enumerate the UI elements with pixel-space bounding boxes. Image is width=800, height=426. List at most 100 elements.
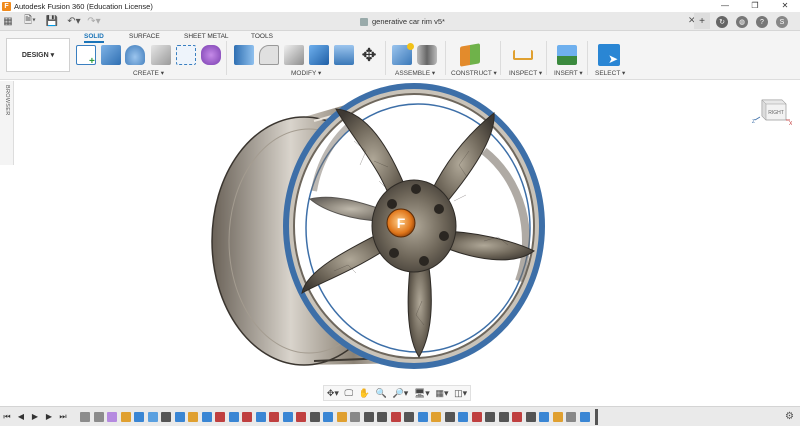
pan-icon[interactable]: ✋ <box>359 388 370 399</box>
timeline-feature-icon[interactable] <box>296 411 306 422</box>
assemble-group-label[interactable]: ASSEMBLE ▾ <box>395 69 435 77</box>
timeline-feature-icon[interactable] <box>323 411 333 422</box>
timeline-feature-icon[interactable] <box>512 411 522 422</box>
timeline-feature-icon[interactable] <box>485 411 495 422</box>
display-settings-icon[interactable]: 🖥▾ <box>414 388 430 399</box>
insert-image-icon[interactable] <box>557 45 577 65</box>
file-menu-icon[interactable]: 🗎▾ <box>22 13 38 29</box>
zoom-icon[interactable]: 🔍 <box>376 388 387 399</box>
shell-icon[interactable] <box>309 45 329 65</box>
timeline-feature-icon[interactable] <box>255 411 266 422</box>
browser-panel-collapsed[interactable]: BROWSER <box>0 81 14 165</box>
undo-icon[interactable]: ↶▾ <box>66 13 82 29</box>
select-cursor-icon[interactable]: ➤ <box>598 44 620 66</box>
timeline-feature-icon[interactable] <box>417 411 428 422</box>
timeline-feature-icon[interactable] <box>147 411 158 422</box>
modify-group-label[interactable]: MODIFY ▾ <box>291 69 321 77</box>
timeline-feature-icon[interactable] <box>80 411 90 422</box>
view-cube[interactable]: RIGHT Z X <box>752 92 792 126</box>
timeline-feature-icon[interactable] <box>458 411 468 422</box>
timeline-feature-icon[interactable] <box>282 411 293 422</box>
play-icon[interactable]: ▶ <box>28 412 42 421</box>
timeline-feature-icon[interactable] <box>188 411 198 422</box>
tab-tools[interactable]: TOOLS <box>251 33 273 40</box>
redo-icon[interactable]: ↷▾ <box>86 13 102 29</box>
tab-solid[interactable]: SOLID <box>84 33 104 43</box>
construct-group-label[interactable]: CONSTRUCT ▾ <box>451 69 497 77</box>
timeline-feature-icon[interactable] <box>134 411 144 422</box>
tab-sheet-metal[interactable]: SHEET METAL <box>184 33 229 40</box>
timeline-feature-icon[interactable] <box>215 411 225 422</box>
app-grid-icon[interactable]: ▦ <box>0 13 16 29</box>
timeline-feature-icon[interactable] <box>404 411 414 422</box>
insert-group-label[interactable]: INSERT ▾ <box>554 69 583 77</box>
workspace-switcher[interactable]: DESIGN ▾ <box>6 38 70 72</box>
save-icon[interactable]: 💾 <box>44 13 60 29</box>
timeline-feature-icon[interactable] <box>539 411 549 422</box>
offset-plane-icon[interactable] <box>460 43 480 67</box>
select-group-label[interactable]: SELECT ▾ <box>595 69 625 77</box>
move-icon[interactable]: ✥ <box>359 45 379 65</box>
timeline-feature-icon[interactable] <box>566 411 576 422</box>
timeline-feature-icon[interactable] <box>242 411 252 422</box>
viewports-icon[interactable]: ◫▾ <box>454 388 467 399</box>
new-component-icon[interactable] <box>392 43 414 65</box>
3d-viewport[interactable]: F <box>14 81 800 403</box>
timeline-feature-icon[interactable] <box>201 411 212 422</box>
step-back-icon[interactable]: ◀ <box>14 412 28 421</box>
tab-surface[interactable]: SURFACE <box>129 33 160 40</box>
timeline-feature-icon[interactable] <box>363 411 374 422</box>
measure-icon[interactable] <box>513 50 533 60</box>
timeline-feature-icon[interactable] <box>444 411 455 422</box>
combine-icon[interactable] <box>334 45 354 65</box>
timeline-feature-icon[interactable] <box>161 411 171 422</box>
timeline-feature-icon[interactable] <box>431 411 441 422</box>
timeline-feature-icon[interactable] <box>377 411 387 422</box>
timeline-feature-icon[interactable] <box>390 411 401 422</box>
fit-icon[interactable]: 🔎▾ <box>393 388 409 399</box>
form-icon[interactable] <box>201 45 221 65</box>
timeline-feature-icon[interactable] <box>471 411 482 422</box>
timeline-marker[interactable] <box>595 408 598 425</box>
timeline-feature-icon[interactable] <box>269 411 279 422</box>
inspect-group-label[interactable]: INSPECT ▾ <box>509 69 542 77</box>
timeline-feature-icon[interactable] <box>174 411 185 422</box>
job-status-icon[interactable]: ↻ <box>714 13 730 29</box>
timeline-settings-icon[interactable]: ⚙ <box>785 411 794 422</box>
orbit-icon[interactable]: ✥▾ <box>327 388 339 399</box>
hole-icon[interactable] <box>151 45 171 65</box>
go-to-end-icon[interactable]: ⏭ <box>56 412 70 422</box>
chamfer-icon[interactable] <box>284 45 304 65</box>
notifications-icon[interactable]: ◍ <box>734 13 750 29</box>
timeline-feature-icon[interactable] <box>579 411 590 422</box>
timeline-feature-icon[interactable] <box>525 411 536 422</box>
joint-icon[interactable] <box>417 45 437 65</box>
timeline-feature-icon[interactable] <box>228 411 239 422</box>
timeline-feature-icon[interactable] <box>552 411 563 422</box>
minimize-icon[interactable]: — <box>710 0 740 12</box>
create-sketch-icon[interactable]: + <box>76 45 96 67</box>
press-pull-icon[interactable] <box>234 45 254 65</box>
document-tab[interactable]: generative car rim v5* <box>360 14 445 29</box>
grid-settings-icon[interactable]: ▦▾ <box>435 388 448 399</box>
revolve-icon[interactable] <box>125 45 145 65</box>
create-group-label[interactable]: CREATE ▾ <box>133 69 164 77</box>
close-icon[interactable]: ✕ <box>770 0 800 12</box>
look-at-icon[interactable]: 🖵 <box>345 388 354 399</box>
timeline-feature-icon[interactable] <box>336 411 347 422</box>
extrude-icon[interactable] <box>101 45 121 65</box>
timeline-feature-icon[interactable] <box>309 411 320 422</box>
go-to-start-icon[interactable]: ⏮ <box>0 412 14 422</box>
timeline-feature-icon[interactable] <box>498 411 509 422</box>
timeline-feature-icon[interactable] <box>107 411 117 422</box>
timeline-feature-icon[interactable] <box>93 411 104 422</box>
account-icon[interactable]: S <box>774 13 790 29</box>
help-icon[interactable]: ? <box>754 13 770 29</box>
new-tab-icon[interactable]: + <box>694 13 710 29</box>
restore-icon[interactable]: ❐ <box>740 0 770 12</box>
fillet-icon[interactable] <box>259 45 279 65</box>
timeline-feature-icon[interactable] <box>350 411 360 422</box>
step-forward-icon[interactable]: ▶ <box>42 412 56 421</box>
pattern-icon[interactable] <box>176 45 196 65</box>
timeline-feature-icon[interactable] <box>120 411 131 422</box>
